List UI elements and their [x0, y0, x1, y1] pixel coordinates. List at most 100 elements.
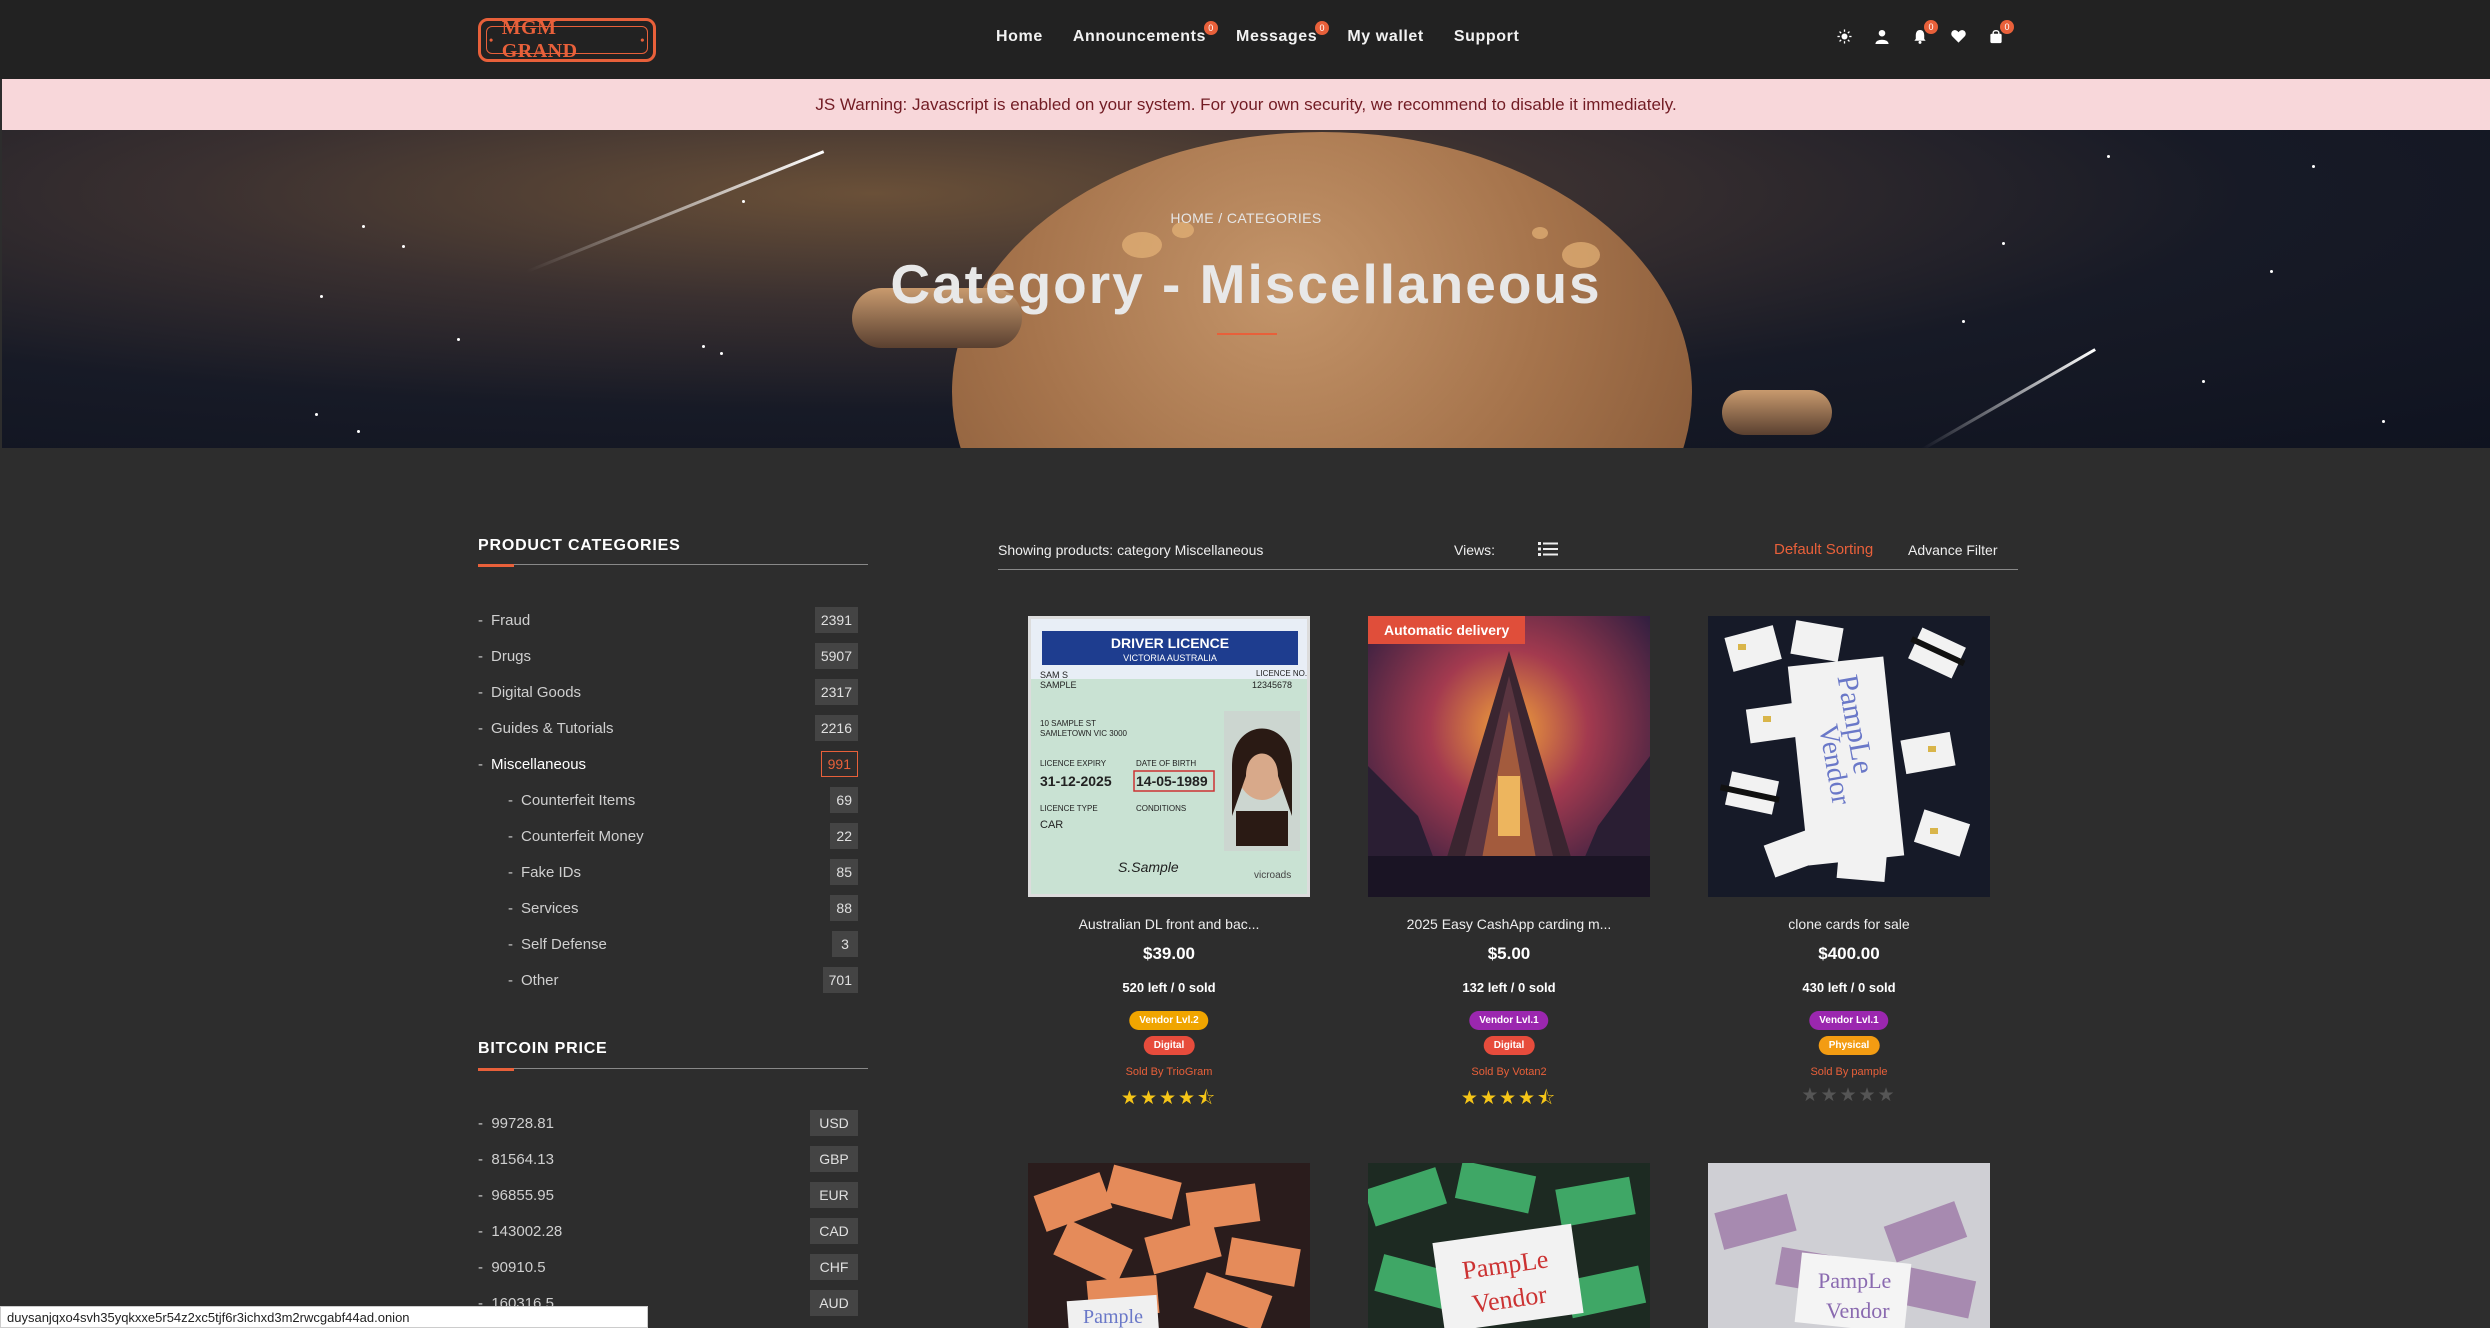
hero-banner: HOME / CATEGORIES Category - Miscellaneo… [2, 130, 2490, 448]
product-type-badge: Physical [1818, 1036, 1880, 1055]
site-logo[interactable]: • MGM GRAND • [478, 17, 656, 62]
page-title: Category - Miscellaneous [890, 253, 1602, 315]
subcategory-services[interactable]: - Services 88 [508, 895, 858, 921]
bitcoin-value: 90910.5 [491, 1258, 546, 1276]
list-view-icon[interactable] [1538, 541, 1558, 560]
cart-badge: 0 [2000, 20, 2014, 34]
bitcoin-value: 81564.13 [491, 1150, 554, 1168]
category-fraud[interactable]: - Fraud 2391 [478, 607, 858, 633]
page-root: • MGM GRAND • Home Announcements 0 Messages… [0, 0, 2490, 1328]
heart-icon[interactable] [1950, 28, 1966, 44]
svg-text:CAR: CAR [1040, 819, 1063, 831]
svg-text:14-05-1989: 14-05-1989 [1136, 773, 1208, 789]
bitcoin-price-row: - 90910.5 CHF [478, 1254, 858, 1280]
category-count: 85 [830, 859, 858, 885]
currency-label: CAD [810, 1218, 858, 1244]
views-label: Views: [1454, 542, 1495, 558]
category-miscellaneous[interactable]: - Miscellaneous 991 [478, 751, 858, 777]
svg-text:12345678: 12345678 [1252, 680, 1292, 690]
subcategory-counterfeit-items[interactable]: - Counterfeit Items 69 [508, 787, 858, 813]
cart-icon[interactable]: 0 [1988, 20, 2014, 44]
nav-messages-label: Messages [1236, 28, 1318, 45]
automatic-delivery-badge: Automatic delivery [1368, 616, 1526, 644]
category-label: Fraud [491, 611, 531, 629]
svg-text:SAMPLE: SAMPLE [1040, 680, 1077, 690]
showing-label: Showing products: category Miscellaneous [998, 542, 1264, 558]
nav-my-wallet[interactable]: My wallet [1347, 28, 1424, 46]
half-star-icon: ⯪ [1537, 1088, 1558, 1109]
bell-icon[interactable]: 0 [1912, 20, 1938, 44]
category-count: 22 [830, 823, 858, 849]
category-label: Counterfeit Items [521, 791, 636, 809]
bitcoin-heading: BITCOIN PRICE [478, 1040, 608, 1057]
vendor-level-badge: Vendor Lvl.1 [1469, 1011, 1549, 1030]
product-title[interactable]: clone cards for sale [1708, 916, 1990, 932]
category-label: Miscellaneous [491, 755, 587, 773]
star-icon: ★★★★ [1120, 1088, 1198, 1109]
product-title[interactable]: 2025 Easy CashApp carding m... [1368, 916, 1650, 932]
star-icon: ★★★★ [1460, 1088, 1538, 1109]
nav-support[interactable]: Support [1454, 28, 1520, 46]
currency-label: USD [810, 1110, 858, 1136]
product-image[interactable]: Automatic delivery [1368, 616, 1650, 897]
rating-stars: ★★★★⯪ [1028, 1084, 1310, 1116]
main-nav: Home Announcements 0 Messages 0 My wallet … [996, 21, 1549, 46]
svg-text:CONDITIONS: CONDITIONS [1136, 804, 1186, 813]
product-image[interactable]: PampLe Vendor [1368, 1163, 1650, 1328]
subcategory-other[interactable]: - Other 701 [508, 967, 858, 993]
product-image[interactable]: PampLe Vendor [1708, 1163, 1990, 1328]
nav-support-label: Support [1453, 28, 1520, 45]
product-stock: 132 left / 0 sold [1462, 980, 1556, 995]
half-star-icon: ⯪ [1197, 1088, 1218, 1109]
category-digital-goods[interactable]: - Digital Goods 2317 [478, 679, 858, 705]
bitcoin-price-row: - 143002.28 CAD [478, 1218, 858, 1244]
product-title[interactable]: Australian DL front and bac... [1028, 916, 1310, 932]
rating-stars: ★★★★★ [1708, 1084, 1990, 1107]
product-stock: 520 left / 0 sold [1122, 980, 1216, 995]
breadcrumb[interactable]: HOME / CATEGORIES [2, 210, 2490, 226]
subcategory-self-defense[interactable]: - Self Defense 3 [508, 931, 858, 957]
seller-link[interactable]: Sold By Votan2 [1368, 1066, 1650, 1078]
bitcoin-price-row: - 96855.95 EUR [478, 1182, 858, 1208]
seller-link[interactable]: Sold By TrioGram [1028, 1066, 1310, 1078]
logo-text: MGM GRAND [501, 17, 578, 62]
svg-text:DRIVER LICENCE: DRIVER LICENCE [1111, 635, 1229, 651]
product-image[interactable]: PampLe Vendor [1708, 616, 1990, 897]
category-count: 701 [822, 967, 858, 993]
announcements-badge: 0 [1204, 21, 1219, 35]
category-count: 3 [832, 931, 858, 957]
category-label: Self Defense [521, 935, 607, 953]
svg-text:Pample: Pample [1083, 1306, 1143, 1328]
svg-text:LICENCE TYPE: LICENCE TYPE [1040, 804, 1098, 813]
category-label: Services [521, 899, 579, 917]
product-image[interactable]: Pample [1028, 1163, 1310, 1328]
advance-filter-button[interactable]: Advance Filter [1908, 542, 1997, 558]
nav-announcements[interactable]: Announcements 0 [1072, 21, 1219, 46]
default-sorting-dropdown[interactable]: Default Sorting [1774, 541, 1873, 558]
nav-messages[interactable]: Messages 0 [1236, 21, 1330, 46]
category-guides-tutorials[interactable]: - Guides & Tutorials 2216 [478, 715, 858, 741]
user-icon[interactable] [1874, 28, 1890, 44]
seller-link[interactable]: Sold By pample [1708, 1066, 1990, 1078]
category-drugs[interactable]: - Drugs 5907 [478, 643, 858, 669]
subcategory-fake-ids[interactable]: - Fake IDs 85 [508, 859, 858, 885]
svg-text:LICENCE NO.: LICENCE NO. [1256, 669, 1307, 678]
category-count: 88 [830, 895, 858, 921]
category-label: Guides & Tutorials [491, 719, 614, 737]
notifications-badge: 0 [1924, 20, 1938, 34]
nav-announcements-label: Announcements [1072, 28, 1207, 45]
rating-stars: ★★★★⯪ [1368, 1084, 1650, 1116]
theme-toggle-icon[interactable] [1836, 28, 1852, 44]
bitcoin-price-row: - 81564.13 GBP [478, 1146, 858, 1172]
product-type-badge: Digital [1483, 1036, 1535, 1055]
product-price: $39.00 [1143, 944, 1195, 963]
svg-text:VICTORIA AUSTRALIA: VICTORIA AUSTRALIA [1123, 653, 1217, 663]
product-image[interactable]: DRIVER LICENCE VICTORIA AUSTRALIA SAM SS… [1028, 616, 1310, 897]
category-count: 2216 [814, 715, 858, 741]
bitcoin-value: 96855.95 [491, 1186, 554, 1204]
categories-accent [478, 564, 514, 567]
subcategory-counterfeit-money[interactable]: - Counterfeit Money 22 [508, 823, 858, 849]
nav-home[interactable]: Home [996, 28, 1043, 46]
currency-label: CHF [810, 1254, 858, 1280]
currency-label: GBP [810, 1146, 858, 1172]
